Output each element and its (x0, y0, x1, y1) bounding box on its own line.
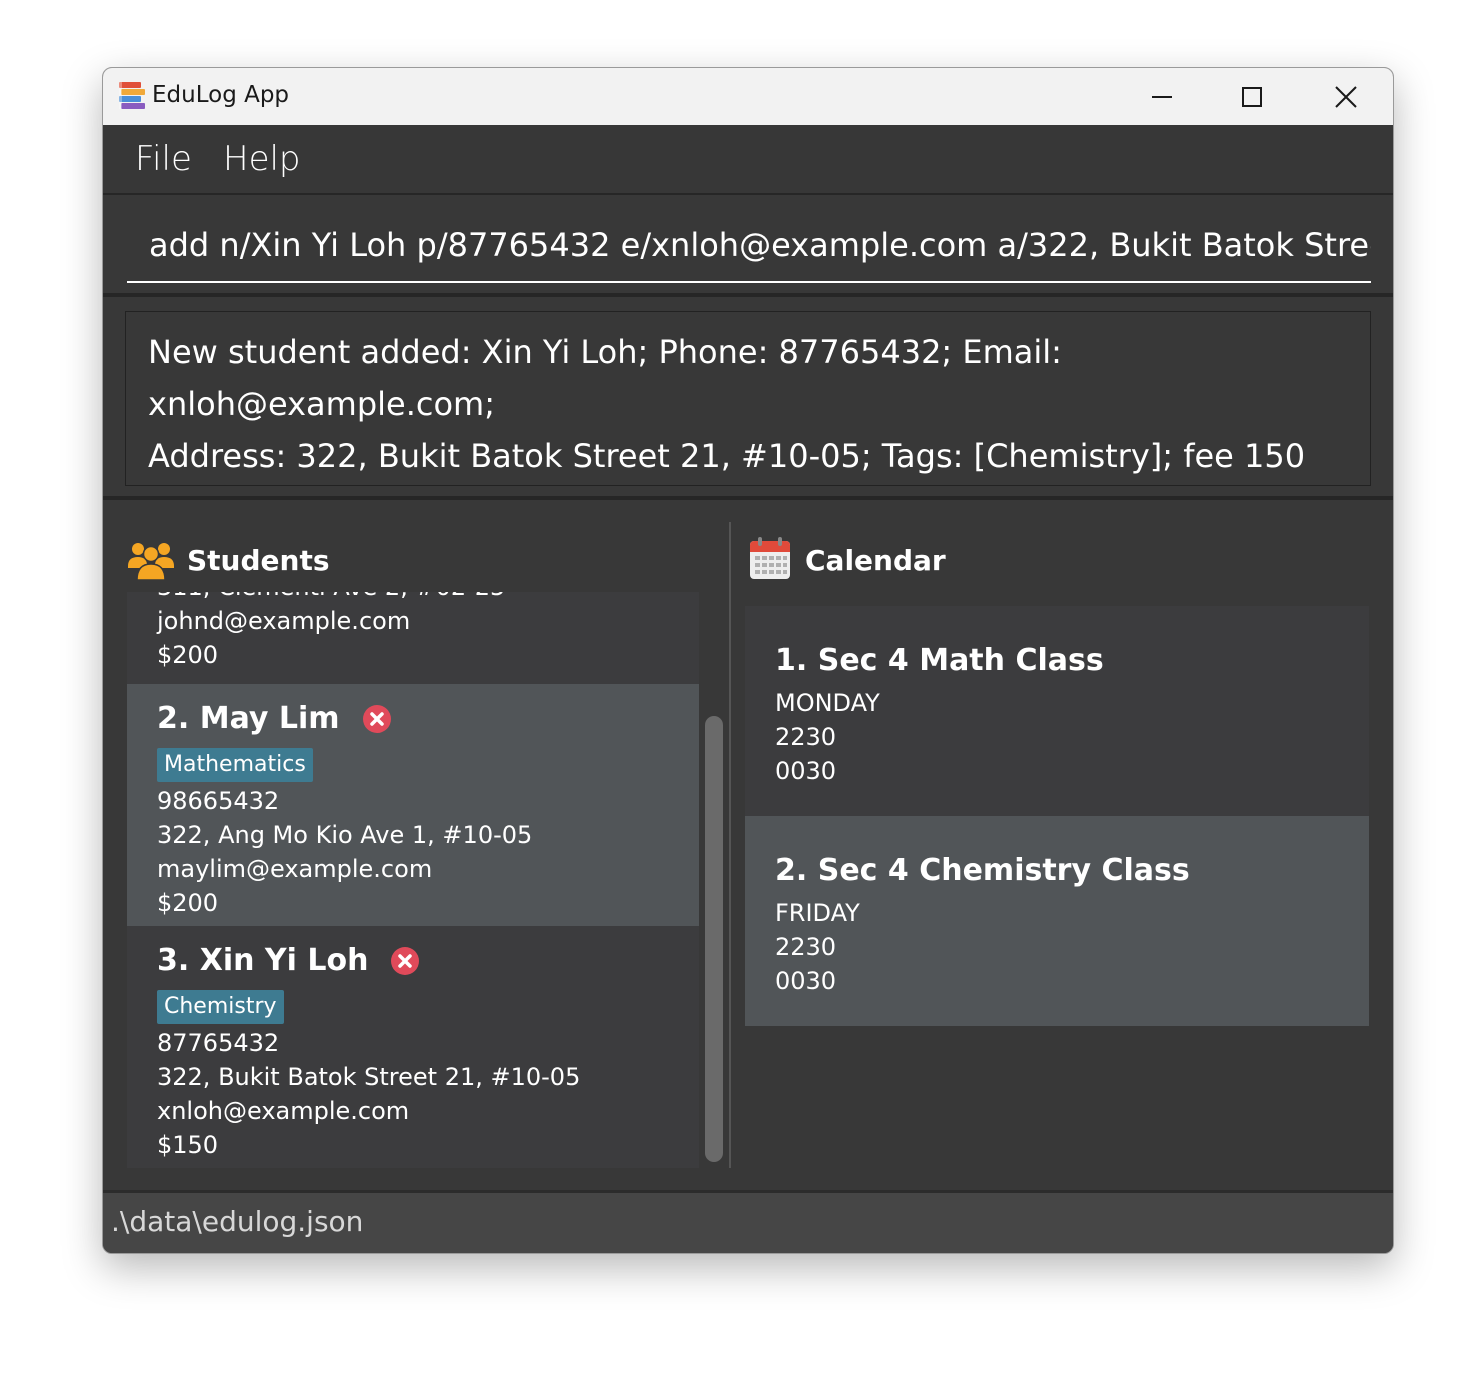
student-email: xnloh@example.com (157, 1097, 410, 1125)
student-fee: $150 (157, 1131, 219, 1159)
panel-divider[interactable] (729, 522, 731, 1168)
result-line-2: Address: 322, Bukit Batok Street 21, #10… (148, 437, 1306, 475)
student-fee: $200 (157, 641, 219, 669)
maximize-button[interactable] (1217, 68, 1287, 125)
student-fee: $200 (157, 889, 219, 917)
student-phone: 98665432 (157, 787, 280, 815)
delete-icon[interactable] (390, 946, 420, 976)
calendar-card-chemistry[interactable]: 2. Sec 4 Chemistry Class FRIDAY 2230 003… (745, 816, 1369, 1026)
delete-icon[interactable] (362, 704, 392, 734)
student-list-scrollbar[interactable] (705, 716, 723, 1162)
maximize-icon (1242, 86, 1262, 107)
student-list[interactable]: 311, Clementi Ave 2, #02-25 johnd@exampl… (127, 592, 699, 1168)
result-panel: New student added: Xin Yi Loh; Phone: 87… (103, 297, 1393, 500)
students-title: Students (187, 544, 330, 577)
student-address: 322, Ang Mo Kio Ave 1, #10-05 (157, 821, 533, 849)
data-file-path: .\data\edulog.json (111, 1205, 364, 1238)
lesson-start: 2230 (775, 933, 837, 961)
minimize-button[interactable] (1127, 68, 1197, 125)
lesson-name: 2. Sec 4 Chemistry Class (775, 853, 1190, 888)
lesson-start: 2230 (775, 723, 837, 751)
student-name: 2. May Lim (157, 701, 340, 736)
student-name-row: 3. Xin Yi Loh (157, 936, 699, 986)
result-line-1: New student added: Xin Yi Loh; Phone: 87… (148, 333, 1062, 423)
student-email: johnd@example.com (157, 607, 411, 635)
app-window: EduLog App File Help add n/Xin Yi Loh p/… (102, 67, 1394, 1254)
users-icon (128, 543, 174, 580)
menu-file[interactable]: File (135, 139, 192, 179)
student-address: 322, Bukit Batok Street 21, #10-05 (157, 1063, 581, 1091)
status-bar: .\data\edulog.json (103, 1190, 1393, 1253)
main-area: Students 311, Clementi Ave 2, #02-25 joh… (103, 500, 1393, 1190)
student-phone: 87765432 (157, 1029, 280, 1057)
result-display: New student added: Xin Yi Loh; Phone: 87… (125, 311, 1371, 486)
minimize-icon (1152, 95, 1172, 98)
window-title: EduLog App (152, 82, 290, 108)
close-icon (1335, 85, 1357, 108)
title-bar[interactable]: EduLog App (103, 68, 1393, 125)
lesson-end: 0030 (775, 967, 837, 995)
lesson-day: MONDAY (775, 689, 880, 717)
student-tag: Mathematics (157, 748, 313, 782)
student-name-row: 2. May Lim (157, 694, 699, 744)
student-card-partial[interactable]: 311, Clementi Ave 2, #02-25 johnd@exampl… (127, 592, 699, 684)
student-card-may-lim[interactable]: 2. May Lim Mathematics 98665432 322, Ang… (127, 684, 699, 926)
calendar-icon (750, 537, 790, 579)
menu-bar: File Help (103, 125, 1393, 195)
close-button[interactable] (1311, 68, 1381, 125)
calendar-title: Calendar (805, 544, 946, 577)
student-name: 3. Xin Yi Loh (157, 943, 369, 978)
command-input[interactable]: add n/Xin Yi Loh p/87765432 e/xnloh@exam… (127, 217, 1371, 283)
student-card-xin-yi-loh[interactable]: 3. Xin Yi Loh Chemistry 87765432 322, Bu… (127, 926, 699, 1168)
lesson-end: 0030 (775, 757, 837, 785)
lesson-day: FRIDAY (775, 899, 860, 927)
student-tag: Chemistry (157, 990, 284, 1024)
command-box: add n/Xin Yi Loh p/87765432 e/xnloh@exam… (103, 195, 1393, 297)
lesson-name: 1. Sec 4 Math Class (775, 643, 1104, 678)
student-address: 311, Clementi Ave 2, #02-25 (157, 592, 699, 604)
books-icon (119, 82, 145, 109)
student-email: maylim@example.com (157, 855, 433, 883)
calendar-card-math[interactable]: 1. Sec 4 Math Class MONDAY 2230 0030 (745, 606, 1369, 816)
menu-help[interactable]: Help (223, 139, 301, 179)
